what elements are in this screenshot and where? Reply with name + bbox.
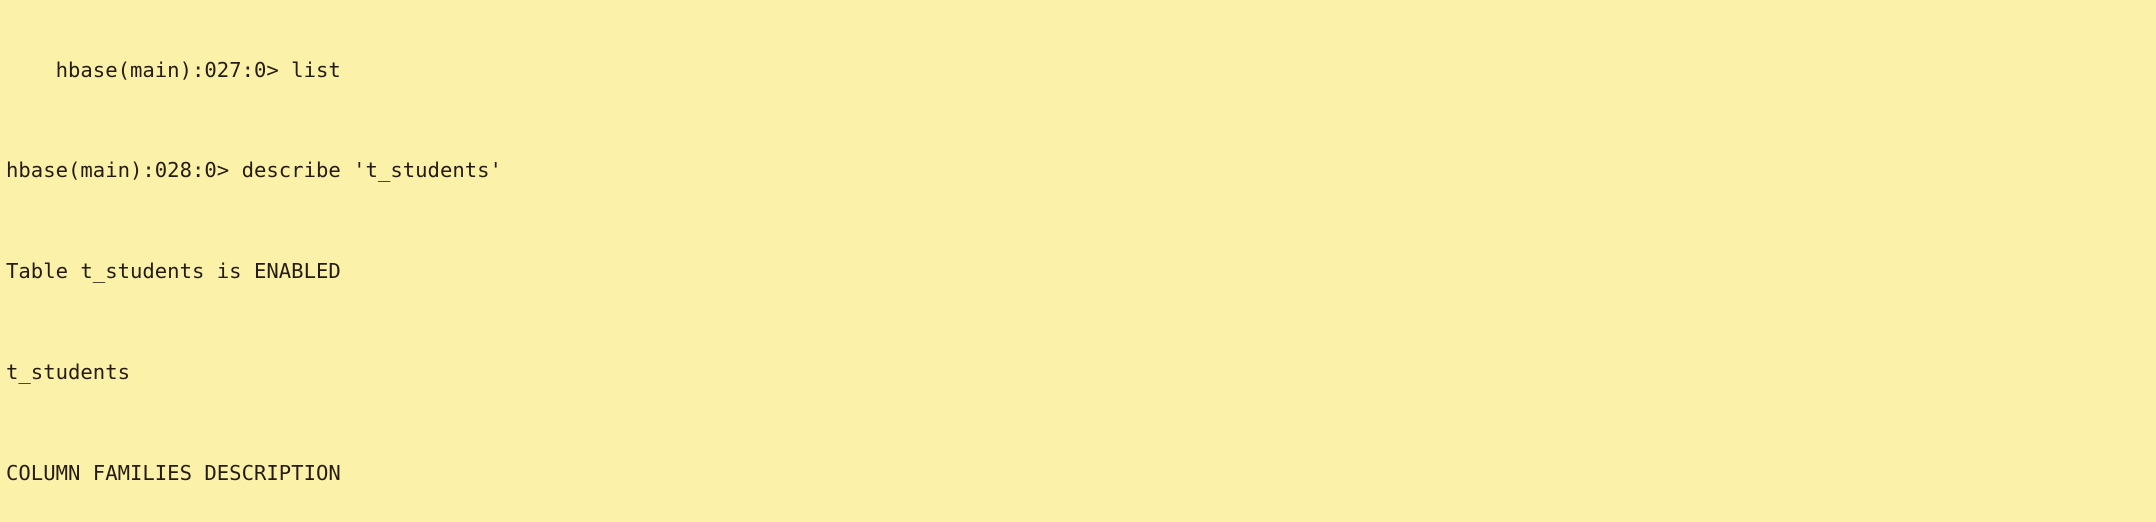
terminal-window[interactable]: hbase(main):027:0> list hbase(main):028:… [0,0,2156,522]
terminal-line-clipped-top: hbase(main):027:0> list [6,57,341,82]
terminal-line-column-families-header: COLUMN FAMILIES DESCRIPTION [6,460,341,485]
terminal-line-table-enabled: Table t_students is ENABLED [6,259,341,284]
terminal-screen: hbase(main):027:0> list hbase(main):028:… [6,0,1655,522]
terminal-line-table-name: t_students [6,360,130,384]
terminal-line-command-describe: hbase(main):028:0> describe 't_students' [6,158,502,183]
